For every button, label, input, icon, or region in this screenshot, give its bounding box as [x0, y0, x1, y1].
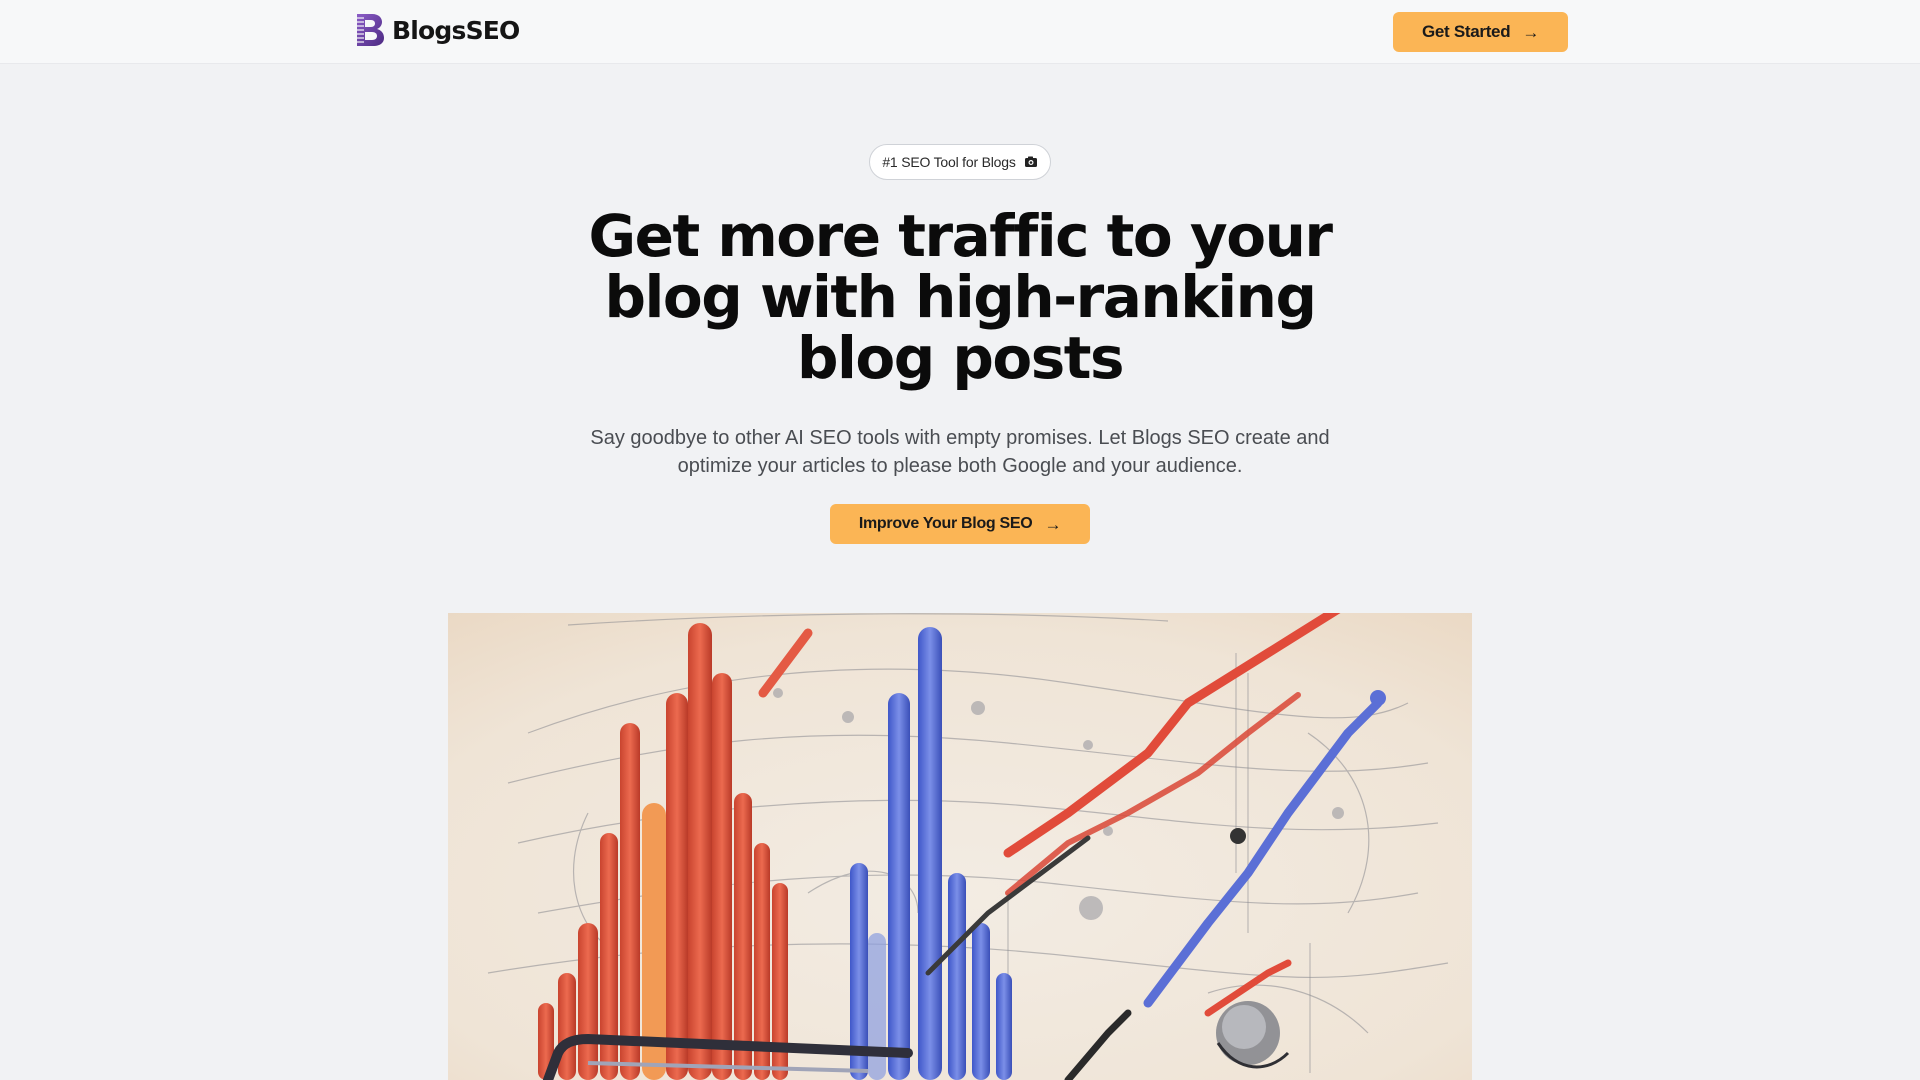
camera-icon	[1024, 156, 1037, 167]
growth-chart-illustration	[448, 613, 1472, 1080]
brand-logo-link[interactable]: BlogsSEO	[354, 12, 520, 48]
arrow-right-icon: →	[1522, 22, 1540, 42]
hero-illustration	[448, 613, 1472, 1080]
improve-blog-seo-label: Improve Your Blog SEO	[858, 515, 1033, 532]
logo-b-icon	[357, 14, 384, 46]
hero-headline: Get more traffic to your blog with high-…	[588, 202, 1333, 392]
badge-text: #1 SEO Tool for Blogs	[882, 154, 1016, 170]
get-started-button[interactable]: Get Started →	[1393, 12, 1568, 52]
top-navigation-bar: BlogsSEO Get Started →	[0, 0, 1920, 64]
arrow-right-icon: →	[1044, 514, 1062, 534]
get-started-label: Get Started	[1421, 22, 1511, 41]
brand-name: BlogsSEO	[392, 15, 520, 45]
tagline-badge: #1 SEO Tool for Blogs	[869, 144, 1051, 180]
improve-blog-seo-button[interactable]: Improve Your Blog SEO →	[830, 504, 1090, 544]
hero-subheadline: Say goodbye to other AI SEO tools with e…	[590, 427, 1330, 477]
